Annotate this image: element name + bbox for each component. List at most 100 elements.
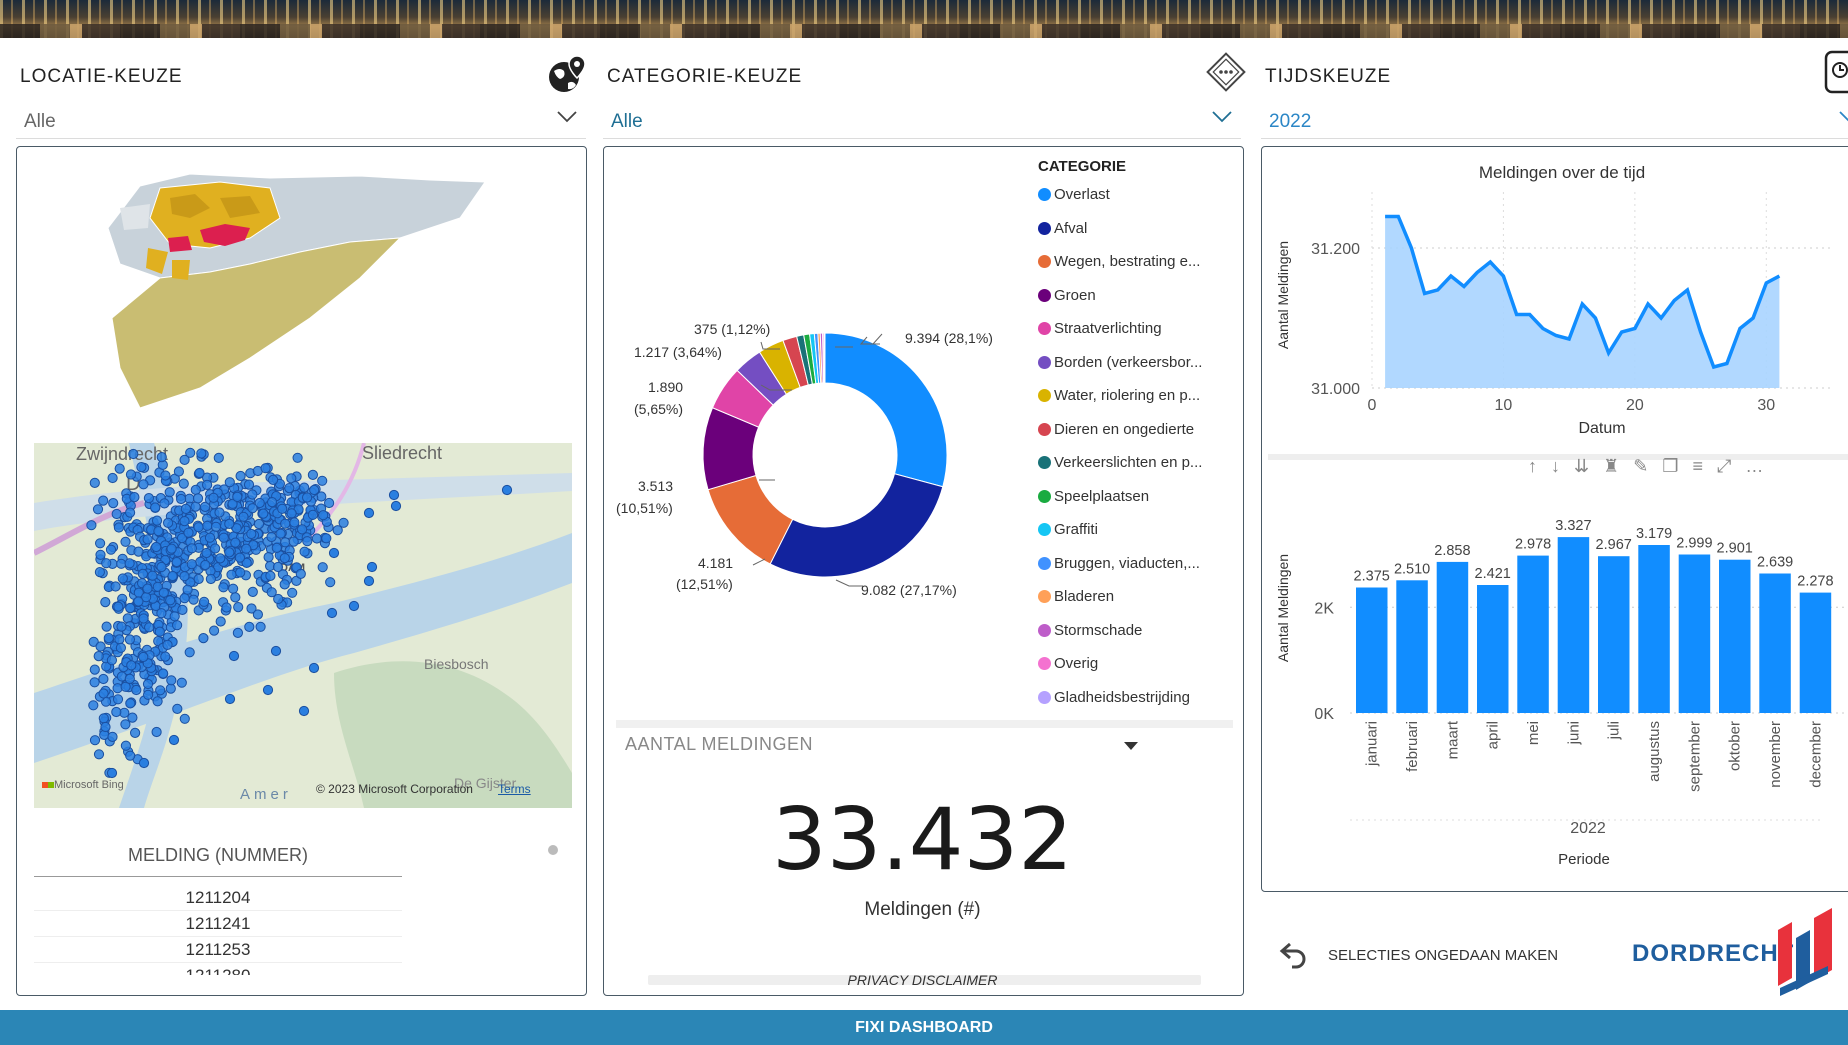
- melding-bubble: [273, 593, 284, 605]
- melding-bubble: [286, 508, 297, 519]
- melding-bubble: [93, 651, 104, 662]
- bar[interactable]: [1719, 559, 1751, 713]
- bar-chart-per-month[interactable]: 0K 2K 2.375 januari 2.510 februari 2.858 maart 2…: [1262, 490, 1848, 890]
- melding-bubble: [328, 547, 340, 559]
- melding-bubble: [163, 517, 174, 529]
- melding-bubble: [200, 559, 211, 571]
- expand-all-icon[interactable]: ⇊: [1574, 456, 1603, 476]
- x-tick-label: 30: [1757, 397, 1775, 414]
- x-category-label: september: [1686, 721, 1703, 792]
- melding-bubble: [142, 534, 153, 545]
- melding-bubble: [98, 688, 109, 699]
- x-tick-label: 0: [1368, 397, 1377, 414]
- table-row[interactable]: 1211241: [34, 911, 402, 937]
- hierarchy-icon[interactable]: ♜: [1603, 456, 1633, 476]
- melding-bubble: [193, 573, 204, 585]
- melding-bubble: [221, 602, 232, 613]
- melding-bubble: [130, 727, 141, 738]
- category-dropdown[interactable]: Alle: [603, 102, 1241, 139]
- bar[interactable]: [1598, 556, 1630, 713]
- bar[interactable]: [1396, 580, 1428, 713]
- melding-bubble: [152, 696, 163, 707]
- melding-bubble: [100, 597, 111, 608]
- wijk-shape-map[interactable]: [100, 168, 500, 413]
- melding-bubble: [156, 608, 167, 619]
- privacy-disclaimer-link[interactable]: PRIVACY DISCLAIMER: [603, 972, 1242, 988]
- melding-bubble: [247, 586, 258, 597]
- year-dropdown[interactable]: 2022: [1261, 102, 1848, 139]
- melding-bubble: [151, 726, 162, 738]
- melding-bubble: [93, 749, 105, 760]
- drill-up-icon[interactable]: ↑: [1528, 456, 1551, 476]
- undo-selections-label[interactable]: SELECTIES ONGEDAAN MAKEN: [1328, 947, 1558, 964]
- melding-bubble: [147, 570, 158, 581]
- x-tick-label: 20: [1626, 397, 1644, 414]
- melding-bubble: [167, 570, 178, 582]
- melding-bubble: [156, 561, 167, 573]
- melding-bubble: [317, 475, 328, 486]
- melding-bubble: [150, 502, 161, 513]
- undo-selections-button[interactable]: [1278, 938, 1310, 975]
- melding-bubble: [210, 521, 222, 532]
- bar[interactable]: [1557, 537, 1590, 713]
- bar[interactable]: [1638, 545, 1670, 713]
- melding-bubble: [247, 503, 258, 514]
- bar[interactable]: [1436, 561, 1469, 713]
- bar[interactable]: [1759, 573, 1791, 714]
- melding-bubble: [137, 568, 149, 579]
- melding-bubble: [224, 547, 235, 558]
- melding-bubble: [277, 503, 288, 514]
- line-chart-over-time[interactable]: Meldingen over de tijd 31.000 31.200 0 10 20 3…: [1262, 150, 1848, 450]
- melding-bubble: [234, 552, 245, 563]
- melding-bubble: [366, 561, 378, 573]
- drill-down-icon[interactable]: ↓: [1551, 456, 1574, 476]
- table-scroll-indicator[interactable]: [548, 845, 558, 855]
- label-overlast: 9.394 (28,1%): [905, 330, 993, 346]
- filter-icon[interactable]: ≡: [1692, 456, 1717, 476]
- melding-bubble: [98, 495, 109, 506]
- melding-bubble: [299, 546, 310, 557]
- y-axis-label: Aantal Meldingen: [1275, 241, 1291, 349]
- bar-value-label: 2.999: [1676, 536, 1712, 552]
- bing-logo: Microsoft Bing: [42, 779, 124, 791]
- bar[interactable]: [1517, 555, 1549, 713]
- table-row[interactable]: 1211204: [34, 885, 402, 911]
- melding-bubble: [235, 470, 246, 482]
- bar[interactable]: [1477, 585, 1509, 713]
- x-category-label: juli: [1606, 721, 1623, 740]
- melding-bubble: [131, 684, 142, 696]
- bar[interactable]: [1356, 587, 1388, 714]
- chevron-down-icon: [557, 111, 577, 123]
- melding-bubble: [271, 542, 282, 554]
- label-wegen-2: (12,51%): [676, 576, 733, 592]
- melding-bubbles-layer[interactable]: [34, 443, 572, 808]
- melding-bubble: [138, 651, 149, 663]
- legend-dot: [1038, 690, 1051, 704]
- legend-item[interactable]: Gladheidsbestrijding: [1038, 689, 1190, 706]
- copy-icon[interactable]: ❐: [1662, 456, 1692, 476]
- bar[interactable]: [1678, 554, 1711, 714]
- melding-bubble: [177, 604, 188, 615]
- focus-mode-icon[interactable]: ⤢: [1717, 456, 1745, 476]
- melding-bubble: [143, 493, 155, 504]
- pin-icon[interactable]: ✎: [1633, 456, 1662, 476]
- melding-table-header[interactable]: MELDING (NUMMER): [34, 845, 402, 877]
- table-row[interactable]: 1211253: [34, 937, 402, 963]
- legend-item[interactable]: Overig: [1038, 655, 1098, 672]
- x-group-label: 2022: [1570, 820, 1606, 837]
- undo-icon: [1279, 942, 1306, 969]
- melding-bubble: [348, 600, 360, 612]
- melding-bubble: [89, 677, 100, 688]
- bing-map[interactable]: Zwijndrecht Sliedrecht Biesbosch Amer De…: [34, 443, 572, 808]
- caret-down-icon[interactable]: [1123, 741, 1139, 751]
- bar[interactable]: [1799, 592, 1832, 713]
- melding-bubble: [289, 517, 300, 528]
- melding-bubble: [112, 694, 124, 705]
- more-options-icon[interactable]: …: [1745, 456, 1777, 476]
- map-terms-link[interactable]: Terms: [498, 782, 531, 796]
- melding-bubble: [228, 583, 239, 594]
- bar-value-label: 2.639: [1757, 555, 1793, 571]
- table-row[interactable]: 1211280: [34, 963, 402, 975]
- location-dropdown[interactable]: Alle: [16, 102, 586, 139]
- y-tick-label: 0K: [1314, 706, 1334, 723]
